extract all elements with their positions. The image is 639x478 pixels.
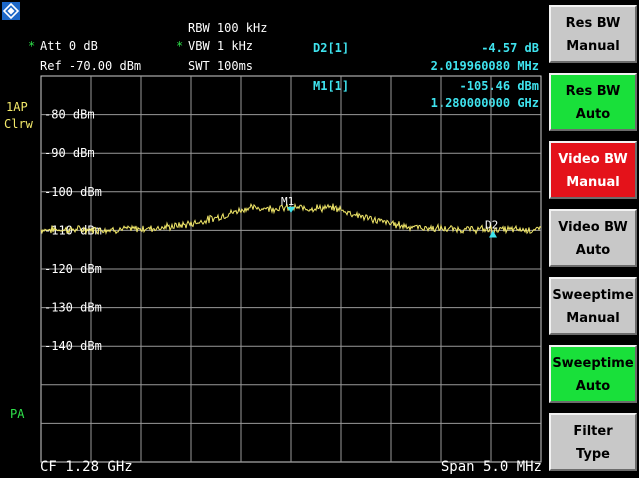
softkey-label: Manual	[566, 39, 620, 54]
y-tick-label: -80 dBm	[44, 108, 95, 122]
y-tick-label: -90 dBm	[44, 146, 95, 160]
y-tick-label: -120 dBm	[44, 262, 102, 276]
rohde-schwarz-logo-icon	[2, 2, 20, 20]
softkey-label: Res BW	[565, 84, 621, 99]
softkey-label: Auto	[575, 107, 611, 122]
graticule	[40, 75, 542, 463]
span-readout: Span 5.0 MHz	[440, 459, 542, 475]
softkey-label: Manual	[566, 311, 620, 326]
delta-marker-label: D2[1]	[313, 41, 350, 55]
softkey-filter-type[interactable]: Filter Type	[549, 413, 637, 471]
vbw-readout: VBW 1 kHz	[188, 39, 254, 53]
y-tick-label: -130 dBm	[44, 301, 102, 315]
softkey-res-bw-auto[interactable]: Res BW Auto	[549, 73, 637, 131]
softkey-label: Sweeptime	[552, 356, 634, 371]
spectrum-plot[interactable]: -80 dBm -90 dBm -100 dBm -110 dBm -120 d…	[40, 75, 542, 463]
softkey-sweeptime-auto[interactable]: Sweeptime Auto	[549, 345, 637, 403]
softkey-sweeptime-manual[interactable]: Sweeptime Manual	[549, 277, 637, 335]
softkey-video-bw-manual[interactable]: Video BW Manual	[549, 141, 637, 199]
rbw-readout: RBW 100 kHz	[188, 21, 268, 35]
softkey-label: Manual	[566, 175, 620, 190]
y-tick-label: -100 dBm	[44, 185, 102, 199]
y-tick-label: -140 dBm	[44, 339, 102, 353]
att-coupling-star: *	[28, 39, 36, 53]
delta-marker-triangle	[488, 230, 497, 238]
attenuation-readout: Att 0 dB	[40, 39, 98, 53]
delta-marker-tag: D2	[485, 219, 498, 232]
sweep-time-readout: SWT 100ms	[188, 59, 254, 73]
trace-mode-label: 1AP	[6, 100, 28, 114]
softkey-video-bw-auto[interactable]: Video BW Auto	[549, 209, 637, 267]
vbw-coupling-star: *	[176, 39, 184, 53]
softkey-label: Video BW	[558, 152, 628, 167]
softkey-label: Res BW	[565, 16, 621, 31]
marker-1-tag: M1	[281, 195, 294, 208]
delta-marker-frequency: 2.019960080 MHz	[430, 59, 539, 73]
softkey-res-bw-manual[interactable]: Res BW Manual	[549, 5, 637, 63]
softkey-label: Auto	[575, 379, 611, 394]
softkey-label: Video BW	[558, 220, 628, 235]
softkey-label: Type	[576, 447, 610, 462]
softkey-label: Filter	[573, 424, 613, 439]
delta-marker-level: -4.57 dB	[481, 41, 539, 55]
ref-level-readout: Ref -70.00 dBm	[40, 59, 142, 73]
center-frequency-readout: CF 1.28 GHz	[40, 459, 133, 475]
softkey-label: Sweeptime	[552, 288, 634, 303]
preamp-label: PA	[10, 407, 25, 421]
trace-detector-label: Clrw	[4, 117, 33, 131]
delta-marker-2-icon[interactable]: D2	[485, 219, 498, 238]
spectrum-display[interactable]: -80 dBm -90 dBm -100 dBm -110 dBm -120 d…	[40, 75, 542, 463]
softkey-label: Auto	[575, 243, 611, 258]
